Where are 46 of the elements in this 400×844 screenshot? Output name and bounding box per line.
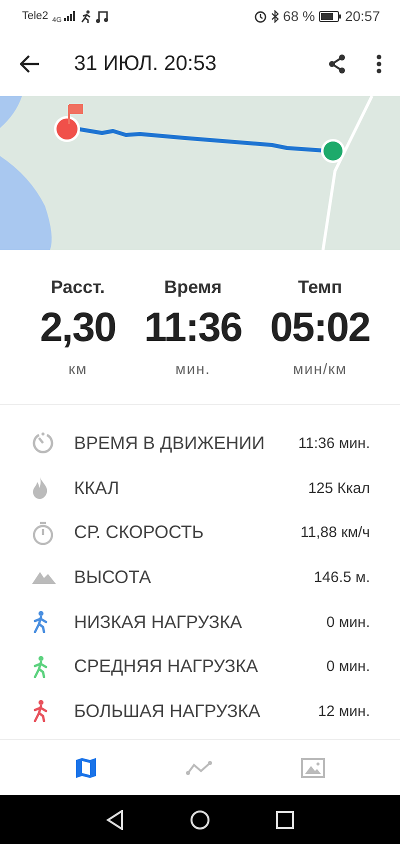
back-arrow-icon [20, 55, 40, 73]
stat-label: ВЫСОТА [74, 566, 152, 588]
stat-value: 11,88 км/ч [300, 524, 370, 542]
flame-icon [32, 477, 48, 500]
back-nav-icon[interactable] [106, 810, 124, 830]
stat-label: ВРЕМЯ В ДВИЖЕНИИ [74, 432, 266, 454]
battery-icon [318, 10, 341, 22]
signal-icon [64, 11, 76, 21]
recents-nav-icon[interactable] [276, 810, 294, 828]
summary-label: Темп [298, 277, 342, 298]
stat-value: 11:36 мин. [298, 434, 370, 452]
stat-label: НИЗКАЯ НАГРУЗКА [74, 612, 244, 633]
clock-time: 20:57 [344, 8, 380, 24]
stat-value: 0 мин. [326, 658, 370, 676]
summary-value: 2,30 [40, 304, 116, 350]
summary-label: Время [164, 277, 222, 298]
carrier-name: Tele2 [22, 10, 48, 22]
more-icon [376, 54, 382, 74]
summary-label: Расст. [50, 277, 105, 298]
summary-value: 05:02 [270, 304, 370, 350]
summary-unit: мин. [175, 361, 211, 378]
battery-percent: 68 % [283, 8, 315, 24]
map-icon [74, 756, 97, 778]
music-icon [96, 10, 108, 22]
summary-unit: км [68, 361, 88, 378]
stopwatch-icon [32, 520, 54, 545]
timer-icon [32, 432, 54, 454]
stat-label: ККАЛ [74, 478, 120, 499]
mountain-icon [32, 570, 56, 584]
stat-label: СРЕДНЯЯ НАГРУЗКА [74, 656, 259, 678]
stat-value: 12 мин. [318, 702, 370, 720]
stat-label: СР. СКОРОСТЬ [74, 522, 205, 544]
activity-title: 31 ИЮЛ. 20:53 [74, 52, 218, 76]
home-nav-icon[interactable] [190, 810, 210, 830]
stat-label: БОЛЬШАЯ НАГРУЗКА [74, 700, 262, 722]
alarm-icon [254, 10, 268, 22]
stat-value: 146.5 м. [314, 568, 370, 586]
summary-unit: мин/км [293, 361, 348, 378]
bluetooth-icon [271, 10, 280, 22]
image-icon [301, 758, 326, 778]
stat-value: 125 Ккал [308, 480, 370, 497]
summary-value: 11:36 [144, 304, 242, 350]
share-icon [328, 54, 346, 74]
stat-value: 0 мин. [326, 614, 370, 631]
line-chart-icon [186, 760, 212, 774]
runner-icon [80, 10, 92, 22]
